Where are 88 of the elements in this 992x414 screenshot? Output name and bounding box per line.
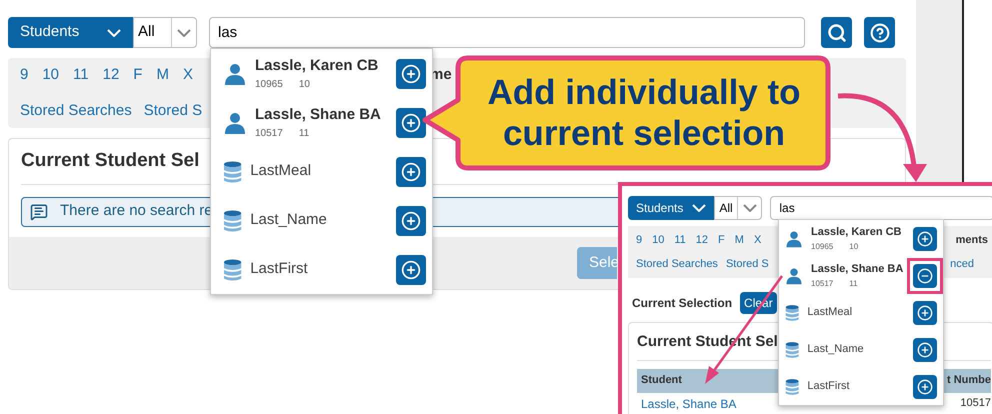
grade-level: 10 bbox=[298, 78, 310, 92]
scope-dropdown[interactable]: All bbox=[714, 196, 762, 220]
filter-link[interactable]: 10 bbox=[652, 232, 664, 248]
grade-level: 10 bbox=[849, 240, 858, 253]
help-icon bbox=[870, 22, 890, 42]
help-button[interactable] bbox=[864, 17, 895, 48]
filter-link[interactable]: 12 bbox=[102, 64, 120, 86]
database-icon bbox=[223, 208, 242, 232]
column-header: Student bbox=[641, 373, 682, 388]
category-dropdown[interactable]: Students bbox=[8, 17, 133, 48]
database-icon bbox=[785, 340, 800, 358]
suggestion-name: LastMeal bbox=[807, 305, 854, 320]
suggestion-name: Lassle, Shane BA bbox=[255, 104, 382, 125]
student-number: 10965 bbox=[811, 240, 834, 253]
filter-link[interactable]: M bbox=[734, 232, 744, 248]
filter-link[interactable]: F bbox=[718, 232, 725, 248]
plus-circle-icon bbox=[917, 378, 933, 394]
grade-level: 11 bbox=[298, 127, 310, 142]
database-icon bbox=[785, 378, 800, 396]
filter-link[interactable]: 11 bbox=[73, 64, 89, 86]
person-icon bbox=[223, 110, 247, 134]
person-icon bbox=[223, 62, 247, 86]
add-button[interactable] bbox=[396, 254, 426, 284]
filter-link[interactable]: 10 bbox=[42, 64, 60, 86]
table-cell-text: 10517 bbox=[960, 396, 991, 412]
stored-search-link[interactable]: Stored Searches bbox=[636, 256, 718, 272]
add-button[interactable] bbox=[913, 300, 937, 324]
suggestion-name: Last_Name bbox=[807, 342, 865, 358]
stored-search-link[interactable]: Stored S bbox=[144, 100, 202, 122]
chevron-down-icon bbox=[692, 204, 706, 212]
add-button[interactable] bbox=[913, 338, 937, 362]
column-header: t Numbe bbox=[947, 373, 991, 388]
filter-link[interactable]: 12 bbox=[696, 232, 708, 248]
database-icon bbox=[785, 304, 800, 322]
add-button[interactable] bbox=[396, 206, 426, 236]
stored-search-link[interactable]: Stored S bbox=[726, 256, 769, 272]
search-button[interactable] bbox=[821, 17, 852, 48]
filter-link[interactable]: 9 bbox=[636, 232, 642, 248]
search-field[interactable]: las bbox=[770, 196, 992, 220]
search-field[interactable]: las bbox=[209, 17, 805, 48]
remove-button[interactable] bbox=[913, 264, 937, 288]
advanced-link[interactable]: nced bbox=[950, 256, 988, 272]
add-button[interactable] bbox=[913, 226, 937, 250]
plus-circle-icon bbox=[917, 230, 933, 246]
database-icon bbox=[223, 160, 242, 184]
chevron-down-icon bbox=[742, 204, 757, 212]
chevron-down-icon bbox=[177, 28, 191, 36]
filter-link[interactable]: X bbox=[754, 232, 762, 248]
message-icon bbox=[30, 202, 48, 220]
stored-search-link[interactable]: Stored Searches bbox=[20, 100, 132, 122]
plus-circle-icon bbox=[401, 162, 421, 182]
add-button[interactable] bbox=[396, 156, 426, 186]
plus-circle-icon bbox=[917, 342, 933, 358]
plus-circle-icon bbox=[401, 112, 421, 132]
category-dropdown[interactable]: Students bbox=[628, 196, 714, 220]
suggestion-name: Lassle, Karen CB bbox=[255, 56, 380, 76]
person-icon bbox=[785, 266, 803, 284]
partial-label: ments bbox=[956, 232, 988, 248]
student-link[interactable]: Lassle, Shane BA bbox=[641, 394, 736, 412]
person-icon bbox=[785, 230, 803, 248]
filter-link[interactable]: 11 bbox=[674, 232, 686, 248]
student-number: 10965 bbox=[255, 78, 283, 92]
suggestion-name: LastFirst bbox=[807, 379, 851, 394]
suggestion-name: Lassle, Karen CB bbox=[811, 225, 902, 240]
suggestion-name: Lassle, Shane BA bbox=[811, 262, 904, 278]
plus-circle-icon bbox=[401, 260, 421, 280]
filter-link[interactable]: 9 bbox=[20, 64, 28, 86]
plus-circle-icon bbox=[917, 304, 933, 320]
selection-label: Current Selection bbox=[632, 295, 732, 312]
add-button[interactable] bbox=[396, 108, 426, 138]
minus-circle-icon bbox=[917, 268, 933, 284]
filter-link[interactable]: X bbox=[182, 64, 193, 86]
plus-circle-icon bbox=[401, 210, 421, 230]
grade-level: 11 bbox=[849, 278, 858, 290]
scope-dropdown[interactable]: All bbox=[133, 17, 197, 48]
add-button[interactable] bbox=[396, 58, 426, 88]
filter-link[interactable]: M bbox=[156, 64, 169, 86]
suggestion-name: Last_Name bbox=[250, 210, 328, 230]
plus-circle-icon bbox=[401, 64, 421, 84]
student-number: 10517 bbox=[811, 278, 834, 290]
suggestion-name: LastFirst bbox=[250, 259, 309, 280]
student-number: 10517 bbox=[255, 127, 283, 142]
filter-link[interactable]: F bbox=[133, 64, 142, 86]
add-button[interactable] bbox=[913, 374, 937, 398]
search-icon bbox=[826, 22, 846, 42]
database-icon bbox=[223, 258, 242, 282]
suggestion-name: LastMeal bbox=[250, 161, 312, 182]
chevron-down-icon bbox=[107, 28, 121, 36]
